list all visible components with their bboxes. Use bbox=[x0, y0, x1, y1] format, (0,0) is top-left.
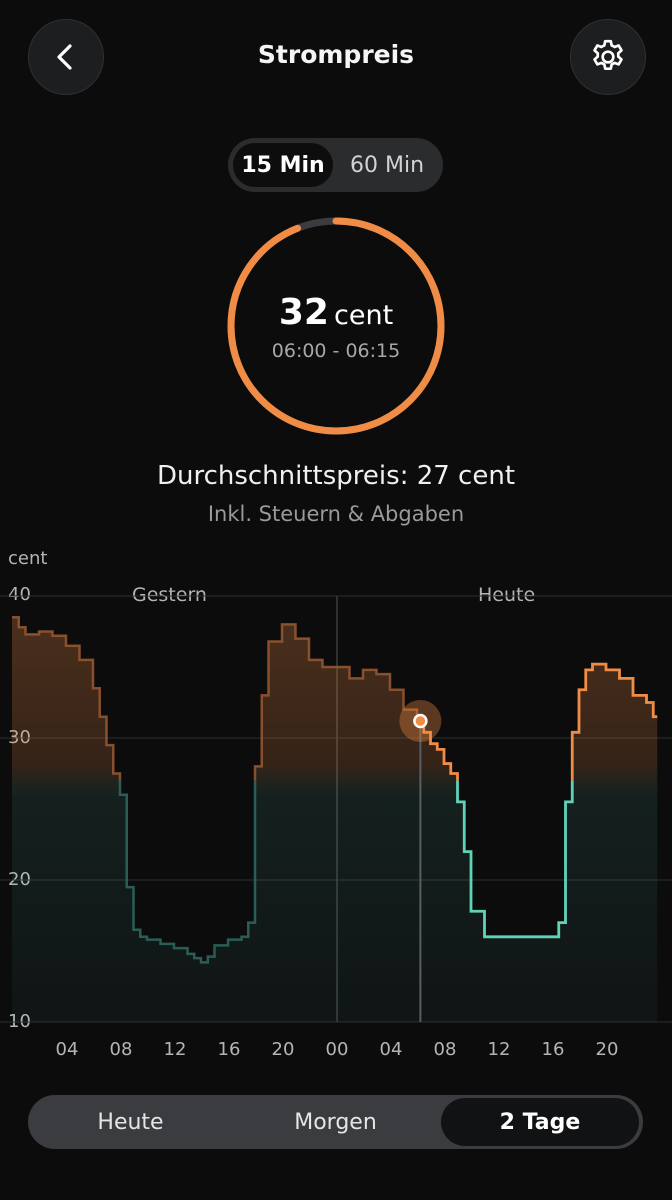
current-point bbox=[413, 713, 428, 729]
current-price: 32 cent bbox=[0, 292, 672, 333]
x-tick-label: 04 bbox=[56, 1039, 79, 1060]
x-tick-label: 00 bbox=[326, 1039, 349, 1060]
interval-toggle: 15 Min 60 Min bbox=[228, 138, 443, 192]
x-tick-label: 16 bbox=[542, 1039, 565, 1060]
current-price-value: 32 bbox=[278, 292, 329, 333]
current-price-unit: cent bbox=[334, 300, 394, 331]
x-tick-label: 04 bbox=[380, 1039, 403, 1060]
range-selector: Heute Morgen 2 Tage bbox=[28, 1095, 643, 1149]
x-tick-label: 12 bbox=[164, 1039, 187, 1060]
y-axis-unit-label: cent bbox=[8, 548, 48, 569]
price-area bbox=[12, 617, 658, 1022]
range-option-morgen[interactable]: Morgen bbox=[233, 1095, 438, 1149]
interval-option-60-min[interactable]: 60 Min bbox=[336, 143, 438, 187]
settings-button[interactable] bbox=[570, 19, 646, 95]
x-tick-label: 20 bbox=[596, 1039, 619, 1060]
x-tick-label: 08 bbox=[110, 1039, 133, 1060]
tax-note: Inkl. Steuern & Abgaben bbox=[207, 502, 465, 526]
x-axis-ticks: 04 08 12 16 20 00 04 08 12 16 20 bbox=[56, 1039, 619, 1060]
gear-icon bbox=[593, 39, 623, 70]
x-tick-label: 20 bbox=[272, 1039, 295, 1060]
x-tick-label: 16 bbox=[218, 1039, 241, 1060]
x-tick-label: 12 bbox=[488, 1039, 511, 1060]
range-option-heute[interactable]: Heute bbox=[28, 1095, 233, 1149]
current-time-range: 06:00 - 06:15 bbox=[271, 340, 401, 362]
range-option-2-tage[interactable]: 2 Tage bbox=[441, 1098, 639, 1146]
average-price: Durchschnittspreis: 27 cent bbox=[156, 461, 516, 491]
interval-option-15-min[interactable]: 15 Min bbox=[233, 143, 333, 187]
price-chart[interactable]: 04 08 12 16 20 00 04 08 12 16 20 bbox=[0, 590, 672, 1080]
x-tick-label: 08 bbox=[434, 1039, 457, 1060]
